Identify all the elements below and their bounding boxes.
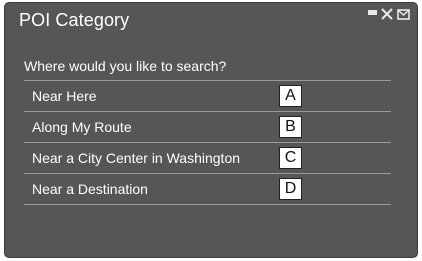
callout-d: D (279, 178, 302, 200)
option-near-here[interactable]: Near Here A (24, 81, 391, 112)
option-label: Near a Destination (32, 181, 148, 197)
page-title: POI Category (19, 10, 130, 30)
callout-a: A (279, 85, 302, 107)
mail-icon (397, 8, 410, 21)
option-label: Near a City Center in Washington (32, 150, 241, 166)
signal-icon (368, 10, 377, 15)
callout-c: C (279, 147, 302, 169)
search-prompt: Where would you like to search? (24, 58, 227, 74)
option-along-my-route[interactable]: Along My Route B (24, 112, 391, 143)
status-bar (368, 7, 412, 23)
option-near-destination[interactable]: Near a Destination D (24, 174, 391, 205)
option-label: Along My Route (32, 119, 132, 135)
connection-icon (380, 7, 394, 21)
option-near-city-center[interactable]: Near a City Center in Washington C (24, 143, 391, 174)
search-option-list: Near Here A Along My Route B Near a City… (24, 80, 391, 205)
callout-b: B (279, 116, 302, 138)
option-label: Near Here (32, 88, 97, 104)
poi-category-screen: POI Category Where would you like to sea… (4, 2, 418, 258)
